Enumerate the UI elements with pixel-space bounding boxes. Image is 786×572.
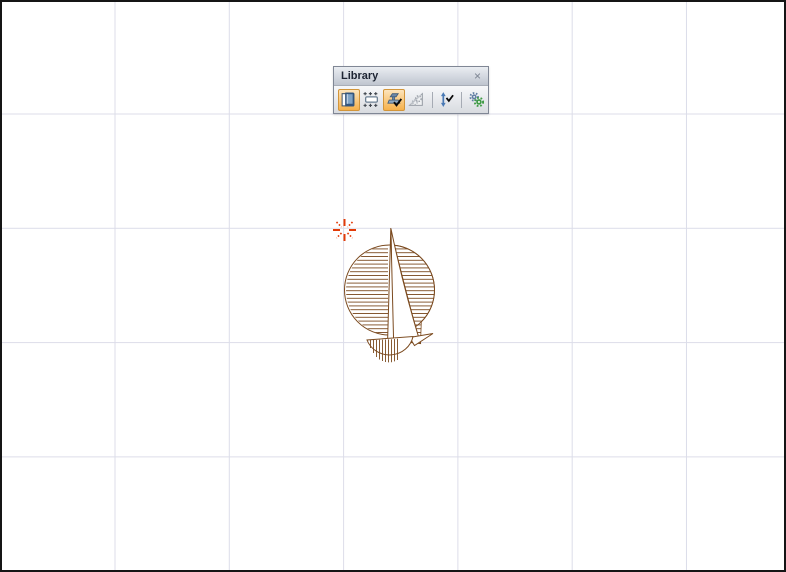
gears-icon bbox=[469, 92, 484, 108]
library-palette[interactable]: Library × bbox=[333, 66, 489, 114]
library-toolbar bbox=[334, 86, 488, 113]
ramp-gears-icon bbox=[408, 92, 424, 106]
macro-ramp-button[interactable] bbox=[406, 89, 428, 111]
vertical-arrow-check-icon bbox=[440, 92, 454, 107]
stamp-check-icon bbox=[386, 93, 402, 107]
toolbar-separator bbox=[461, 91, 463, 108]
place-symbol-button[interactable] bbox=[383, 88, 406, 111]
close-icon[interactable]: × bbox=[473, 69, 482, 83]
settings-button[interactable] bbox=[465, 89, 487, 111]
book-icon bbox=[341, 92, 355, 107]
symbol-left-hatch bbox=[345, 245, 388, 335]
placement-frame-button[interactable] bbox=[361, 89, 383, 111]
scale-vertical-button[interactable] bbox=[436, 89, 458, 111]
dashed-frame-plus-icon bbox=[363, 92, 378, 107]
library-palette-titlebar[interactable]: Library × bbox=[334, 67, 488, 86]
insertion-point-marker-icon bbox=[333, 219, 356, 241]
library-book-button[interactable] bbox=[338, 88, 360, 111]
drawing-canvas[interactable]: Library × bbox=[0, 0, 786, 572]
toolbar-separator bbox=[431, 91, 433, 108]
palette-title: Library bbox=[341, 70, 379, 82]
